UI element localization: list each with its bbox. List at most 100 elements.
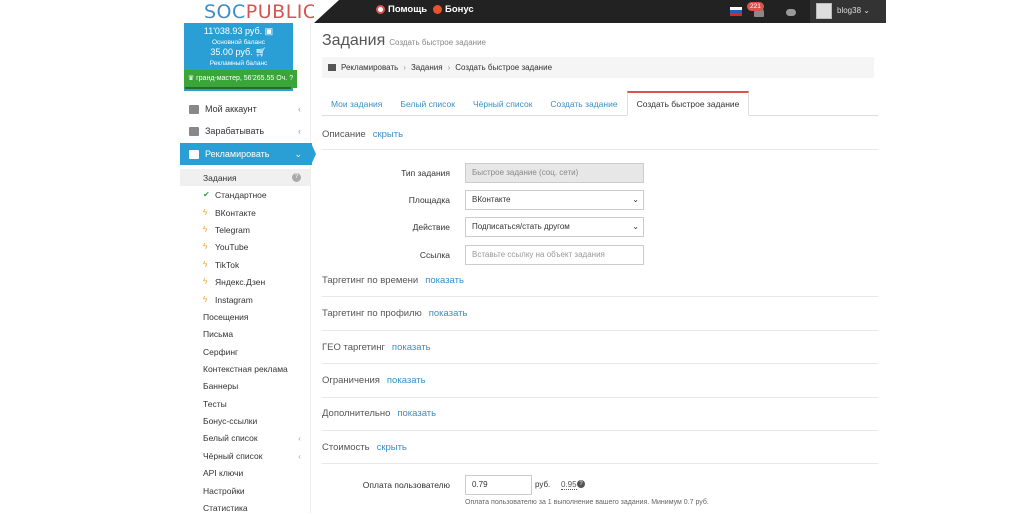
count-icon: ?	[292, 173, 301, 182]
cart-icon: 🛒︎	[255, 47, 267, 57]
briefcase-icon	[189, 126, 199, 136]
sidebar-item-account[interactable]: Мой аккаунт ‹	[180, 98, 311, 120]
bonus-label: Бонус	[445, 4, 474, 15]
tab-blacklist[interactable]: Чёрный список	[464, 91, 541, 116]
tab-create-task[interactable]: Создать задание	[541, 91, 626, 116]
pay-label: Оплата пользователю	[362, 480, 450, 490]
bolt-icon: ϟ	[203, 208, 208, 217]
help-link[interactable]: Помощь	[376, 4, 427, 15]
wallet-icon: ▣	[264, 26, 274, 36]
home-icon	[189, 104, 199, 114]
notification-badge: 221	[747, 2, 764, 11]
pay-recommended[interactable]: 0.95	[561, 480, 577, 490]
link-input[interactable]: Вставьте ссылку на объект задания	[465, 245, 644, 265]
divider	[322, 330, 878, 331]
tab-create-quick-task[interactable]: Создать быстрое задание	[626, 91, 750, 116]
geo-targeting-toggle[interactable]: показать	[392, 342, 431, 353]
user-menu[interactable]: blog38 ⌄	[810, 0, 886, 23]
page: SOCPUBLIC Помощь Бонус 221 blog38 ⌄ 11'0…	[0, 0, 1024, 513]
sidebar-sub-tiktok[interactable]: ϟ TikTok	[180, 256, 311, 273]
sidebar: 11'038.93 руб. ▣ Основной баланс 35.00 р…	[180, 23, 316, 516]
question-icon[interactable]: ?	[577, 480, 585, 488]
page-header: Задания Создать быстрое задание	[322, 32, 486, 50]
sidebar-sub-surfing[interactable]: Серфинг	[180, 343, 311, 360]
description-toggle[interactable]: скрыть	[373, 129, 403, 140]
chevron-down-icon: ⌄	[294, 148, 302, 159]
platform-select[interactable]: ВКонтакте ⌄	[465, 190, 644, 210]
divider	[322, 430, 878, 431]
breadcrumb-current: Создать быстрое задание	[455, 63, 553, 72]
page-subtitle: Создать быстрое задание	[389, 38, 486, 47]
crown-icon: ♛	[187, 75, 195, 82]
help-label: Помощь	[388, 4, 428, 15]
top-bar: SOCPUBLIC Помощь Бонус 221 blog38 ⌄	[180, 0, 886, 23]
logo-slant	[314, 0, 339, 23]
section-geo-targeting: ГЕО таргетинг показать	[322, 342, 431, 353]
avatar	[816, 3, 832, 19]
active-pointer	[311, 143, 316, 165]
sidebar-sub-whitelist[interactable]: Белый список ‹	[180, 429, 311, 446]
rank-badge[interactable]: ♛ гранд-мастер, 56'265.55 Оч. ?	[184, 70, 297, 88]
sidebar-sub-statistics[interactable]: Статистика	[180, 499, 311, 516]
sidebar-item-advertise[interactable]: Рекламировать ⌄	[180, 143, 312, 165]
app-frame: SOCPUBLIC Помощь Бонус 221 blog38 ⌄ 11'0…	[180, 0, 886, 513]
sidebar-sub-telegram[interactable]: ϟ Telegram	[180, 221, 311, 238]
divider	[322, 363, 878, 364]
breadcrumb: Рекламировать › Задания › Создать быстро…	[322, 57, 874, 78]
pay-input[interactable]: 0.79	[465, 475, 532, 495]
sidebar-sub-settings[interactable]: Настройки	[180, 482, 311, 499]
type-row: Тип задания Быстрое задание (соц. сети)	[322, 163, 878, 183]
sidebar-sub-youtube[interactable]: ϟ YouTube	[180, 238, 311, 255]
link-row: Ссылка Вставьте ссылку на объект задания	[322, 245, 878, 265]
sidebar-sub-vk[interactable]: ϟ ВКонтакте	[180, 204, 311, 221]
chevron-left-icon: ‹	[298, 104, 301, 114]
limits-toggle[interactable]: показать	[387, 375, 426, 386]
sidebar-sub-banners[interactable]: Баннеры	[180, 377, 311, 394]
extra-toggle[interactable]: показать	[397, 408, 436, 419]
time-targeting-toggle[interactable]: показать	[425, 275, 464, 286]
sidebar-sub-visits[interactable]: Посещения	[180, 308, 311, 325]
sidebar-sub-instagram[interactable]: ϟ Instagram	[180, 291, 311, 308]
sidebar-sub-standard[interactable]: ✔ Стандартное	[180, 186, 311, 203]
ad-balance-label: Рекламный баланс	[209, 60, 268, 67]
platform-label: Площадка	[408, 195, 450, 205]
sidebar-sub-tasks[interactable]: Задания ?	[180, 169, 311, 186]
tab-my-tasks[interactable]: Мои задания	[322, 91, 391, 116]
bolt-icon: ϟ	[203, 295, 208, 304]
platform-row: Площадка ВКонтакте ⌄	[322, 190, 878, 210]
bolt-icon: ϟ	[203, 225, 208, 234]
profile-targeting-toggle[interactable]: показать	[429, 308, 468, 319]
sidebar-sub-dzen[interactable]: ϟ Яндекс.Дзен	[180, 273, 311, 290]
tab-bar: Мои задания Белый список Чёрный список С…	[322, 91, 878, 116]
logo-area: SOCPUBLIC	[180, 0, 317, 23]
sidebar-sub-tests[interactable]: Тесты	[180, 395, 311, 412]
chart-icon	[328, 64, 336, 71]
sidebar-sub-bonus-links[interactable]: Бонус-ссылки	[180, 412, 311, 429]
chevron-down-icon: ⌄	[632, 195, 639, 204]
bonus-link[interactable]: Бонус	[433, 4, 474, 15]
bolt-icon: ϟ	[203, 260, 208, 269]
logo[interactable]: SOCPUBLIC	[204, 1, 317, 23]
sidebar-sub-context-ads[interactable]: Контекстная реклама	[180, 360, 311, 377]
sidebar-sub-api-keys[interactable]: API ключи	[180, 464, 311, 481]
sidebar-item-earn[interactable]: Зарабатывать ‹	[180, 120, 311, 142]
divider	[322, 397, 878, 398]
sidebar-sub-letters[interactable]: Письма	[180, 325, 311, 342]
rank-progress	[185, 87, 291, 89]
breadcrumb-separator: ›	[447, 63, 451, 72]
breadcrumb-advertise[interactable]: Рекламировать	[341, 63, 398, 72]
action-select[interactable]: Подписаться/стать другом ⌄	[465, 217, 644, 237]
cost-toggle[interactable]: скрыть	[377, 442, 407, 453]
currency-label: руб.	[535, 480, 551, 489]
tab-whitelist[interactable]: Белый список	[391, 91, 464, 116]
chevron-left-icon: ‹	[298, 126, 301, 136]
main-balance[interactable]: 11'038.93 руб. ▣	[184, 26, 293, 37]
breadcrumb-tasks[interactable]: Задания	[411, 63, 443, 72]
chat-icon[interactable]	[786, 9, 796, 16]
language-flag-icon[interactable]	[730, 7, 742, 16]
breadcrumb-separator: ›	[403, 63, 406, 72]
ad-balance[interactable]: 35.00 руб. 🛒︎	[184, 47, 293, 58]
lifebuoy-icon	[376, 5, 385, 14]
page-title: Задания	[322, 32, 386, 49]
sidebar-sub-blacklist[interactable]: Чёрный список ‹	[180, 447, 311, 464]
